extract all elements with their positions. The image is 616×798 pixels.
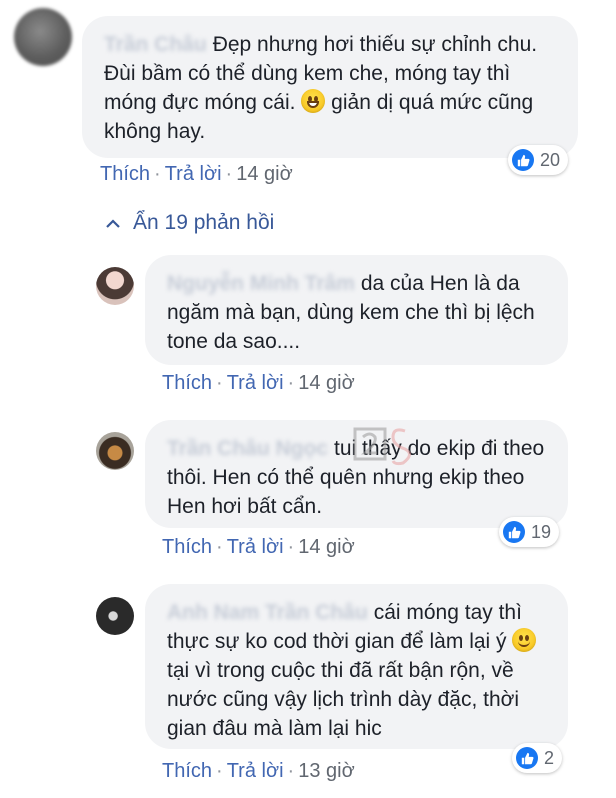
- avatar[interactable]: [96, 432, 134, 470]
- thumbs-up-icon: [516, 747, 538, 769]
- like-link[interactable]: Thích: [162, 760, 212, 782]
- avatar[interactable]: [14, 8, 72, 66]
- reaction-count-value: 20: [540, 149, 561, 170]
- reply-link[interactable]: Trả lời: [227, 372, 284, 394]
- reply-author[interactable]: Nguyễn Minh Trâm: [167, 269, 355, 298]
- reply-link[interactable]: Trả lời: [227, 536, 284, 558]
- reaction-count[interactable]: 19: [499, 517, 560, 547]
- timestamp[interactable]: 14 giờ: [298, 536, 354, 558]
- comment-author[interactable]: Trần Châu: [104, 30, 207, 59]
- thumbs-up-icon: [503, 521, 525, 543]
- hide-replies-label[interactable]: Ẩn 19 phản hồi: [133, 211, 274, 235]
- timestamp[interactable]: 14 giờ: [298, 372, 354, 394]
- reply-actions: Thích · Trả lời · 13 giờ: [162, 760, 355, 782]
- timestamp[interactable]: 13 giờ: [298, 760, 354, 782]
- reply-actions: Thích · Trả lời · 14 giờ: [162, 536, 355, 558]
- reaction-count-value: 2: [544, 747, 555, 768]
- reply-link[interactable]: Trả lời: [165, 163, 222, 185]
- watermark-logo: [353, 427, 411, 466]
- like-link[interactable]: Thích: [162, 536, 212, 558]
- reaction-count-value: 19: [531, 521, 552, 542]
- like-link[interactable]: Thích: [162, 372, 212, 394]
- hide-replies-toggle[interactable]: Ẩn 19 phản hồi: [105, 211, 274, 235]
- reply-author[interactable]: Trần Châu Ngọc: [167, 434, 328, 463]
- comment-bubble: Trần Châu Đẹp nhưng hơi thiếu sự chỉnh ch…: [82, 16, 578, 158]
- reply-actions: Thích · Trả lời · 14 giờ: [162, 372, 355, 394]
- reply-link[interactable]: Trả lời: [227, 760, 284, 782]
- smile-emoji-icon: [512, 628, 537, 652]
- reply-text-continued: tại vì trong cuộc thi đã rất bận rộn, về…: [167, 659, 520, 740]
- reply-author[interactable]: Anh Nam Trần Châu: [167, 598, 368, 627]
- comment-actions: Thích · Trả lời · 14 giờ: [100, 163, 293, 185]
- reaction-count[interactable]: 2: [512, 743, 563, 773]
- timestamp[interactable]: 14 giờ: [236, 163, 292, 185]
- chevron-up-icon: [105, 211, 121, 235]
- thumbs-up-icon: [512, 149, 534, 171]
- avatar[interactable]: [96, 597, 134, 635]
- reaction-count[interactable]: 20: [508, 145, 569, 175]
- grin-emoji-icon: [301, 89, 326, 113]
- reply-bubble: Nguyễn Minh Trâm da của Hen là da ngăm mà…: [145, 255, 568, 365]
- avatar[interactable]: [96, 267, 134, 305]
- like-link[interactable]: Thích: [100, 163, 150, 185]
- reply-bubble: Anh Nam Trần Châu cái móng tay thì thực s…: [145, 584, 568, 749]
